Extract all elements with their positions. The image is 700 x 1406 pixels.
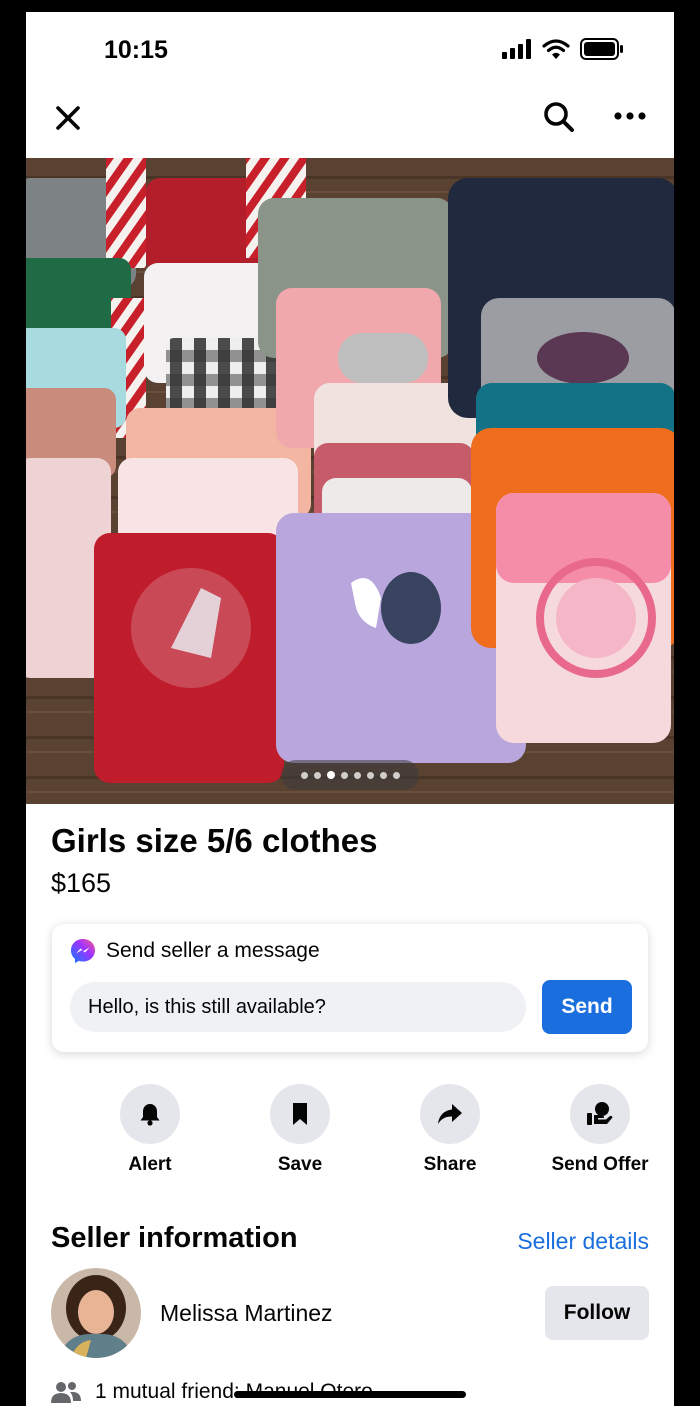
share-circle[interactable] [420, 1084, 480, 1144]
alert-circle[interactable] [120, 1084, 180, 1144]
signal-icon [502, 39, 531, 59]
send-offer-button[interactable]: Send Offer [525, 1084, 674, 1176]
save-button[interactable]: Save [225, 1084, 375, 1176]
bell-icon [140, 1104, 160, 1126]
seller-section-title: Seller information [51, 1222, 298, 1254]
seller-avatar[interactable] [51, 1268, 141, 1358]
share-arrow-icon [438, 1104, 462, 1124]
close-icon[interactable] [52, 102, 84, 134]
top-bar [26, 92, 674, 156]
listing-price: $165 [51, 868, 112, 898]
listing-photo[interactable] [26, 158, 674, 804]
offer-icon [587, 1102, 613, 1125]
mutual-friends-prefix: 1 mutual friend: [95, 1380, 246, 1403]
share-button[interactable]: Share [375, 1084, 525, 1176]
share-label: Share [423, 1154, 477, 1175]
home-indicator[interactable] [234, 1391, 466, 1398]
pagination-dot [300, 771, 308, 779]
pagination-dot [353, 771, 361, 779]
message-header: Send seller a message [70, 938, 320, 964]
action-bar: Alert Save Share Send Offer [50, 1084, 650, 1194]
friends-icon [51, 1382, 81, 1403]
battery-icon [580, 38, 623, 60]
clothes-photo-image [26, 158, 674, 804]
photo-pagination[interactable] [281, 760, 419, 790]
follow-button[interactable]: Follow [545, 1286, 649, 1340]
pagination-dot [379, 771, 387, 779]
app-screen: 10:15 Girls size 5/6 clothes $165 Send s… [26, 12, 674, 1406]
seller-details-link[interactable]: Seller details [517, 1228, 649, 1255]
pagination-dot [392, 771, 400, 779]
status-bar: 10:15 [26, 12, 674, 84]
pagination-dot-active [326, 771, 335, 779]
more-options-icon[interactable] [610, 104, 650, 128]
search-icon[interactable] [542, 100, 576, 134]
seller-name[interactable]: Melissa Martinez [160, 1300, 333, 1327]
send-offer-circle[interactable] [570, 1084, 630, 1144]
status-time: 10:15 [104, 36, 168, 64]
status-icons [502, 38, 624, 60]
messenger-icon [71, 939, 95, 963]
send-offer-label: Send Offer [551, 1154, 649, 1175]
pagination-dot [340, 771, 348, 779]
pagination-dot [313, 771, 321, 779]
bookmark-icon [293, 1103, 307, 1125]
listing-title: Girls size 5/6 clothes [51, 822, 378, 859]
message-header-label: Send seller a message [106, 939, 320, 962]
pagination-dot [366, 771, 374, 779]
save-label: Save [277, 1154, 323, 1175]
wifi-icon [542, 39, 570, 59]
save-circle[interactable] [270, 1084, 330, 1144]
send-button[interactable]: Send [542, 980, 632, 1034]
message-seller-card: Send seller a message Send [52, 924, 648, 1052]
alert-label: Alert [128, 1154, 172, 1175]
avatar-image [51, 1268, 141, 1358]
message-input[interactable] [70, 982, 526, 1032]
alert-button[interactable]: Alert [75, 1084, 225, 1176]
